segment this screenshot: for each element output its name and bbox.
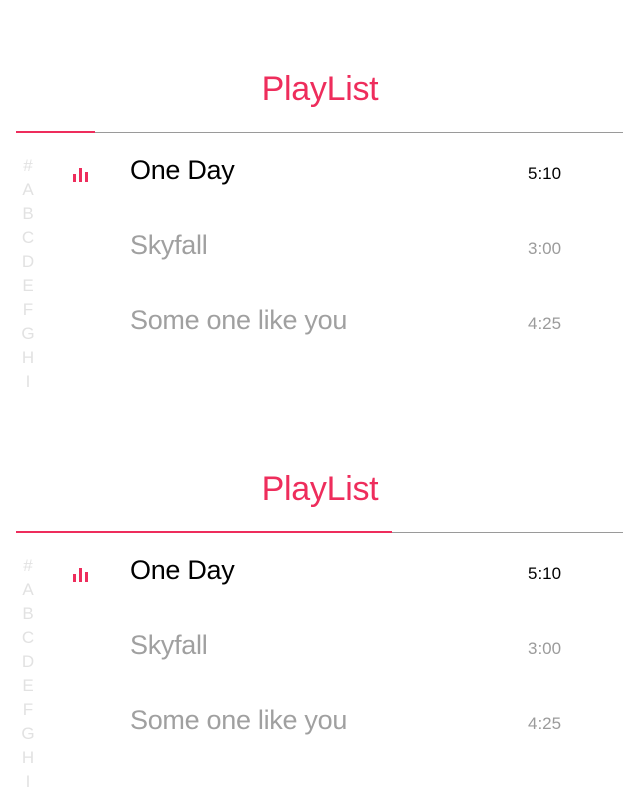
playlist-panel: PlayList # A B C D E F G H I One Day 5:1… [0, 0, 640, 400]
track-duration: 5:10 [528, 564, 562, 583]
equalizer-icon [73, 568, 91, 582]
track-name: Skyfall [130, 230, 208, 260]
track-row[interactable]: One Day 5:10 [0, 142, 640, 202]
track-name: Some one like you [130, 705, 348, 735]
progress-bar[interactable] [16, 131, 95, 133]
track-duration: 4:25 [528, 714, 562, 733]
track-name: Some one like you [130, 305, 348, 335]
track-duration: 4:25 [528, 314, 562, 333]
track-duration: 5:10 [528, 164, 562, 183]
track-row[interactable]: Skyfall 3:00 [0, 217, 640, 277]
playlist-panel: PlayList # A B C D E F G H I One Day 5:1… [0, 400, 640, 800]
track-name: One Day [130, 555, 235, 585]
track-name: Skyfall [130, 630, 208, 660]
track-row[interactable]: Some one like you 4:25 [0, 692, 640, 752]
progress-bar[interactable] [16, 531, 392, 533]
playlist-title: PlayList [261, 470, 379, 508]
divider [16, 132, 623, 133]
index-letter[interactable]: I [26, 770, 31, 794]
playlist-title: PlayList [261, 70, 379, 108]
track-name: One Day [130, 155, 235, 185]
track-row[interactable]: Skyfall 3:00 [0, 617, 640, 677]
track-row[interactable]: One Day 5:10 [0, 542, 640, 602]
index-letter[interactable]: I [26, 370, 31, 394]
track-duration: 3:00 [528, 239, 562, 258]
track-row[interactable]: Some one like you 4:25 [0, 292, 640, 352]
track-duration: 3:00 [528, 639, 562, 658]
equalizer-icon [73, 168, 91, 182]
